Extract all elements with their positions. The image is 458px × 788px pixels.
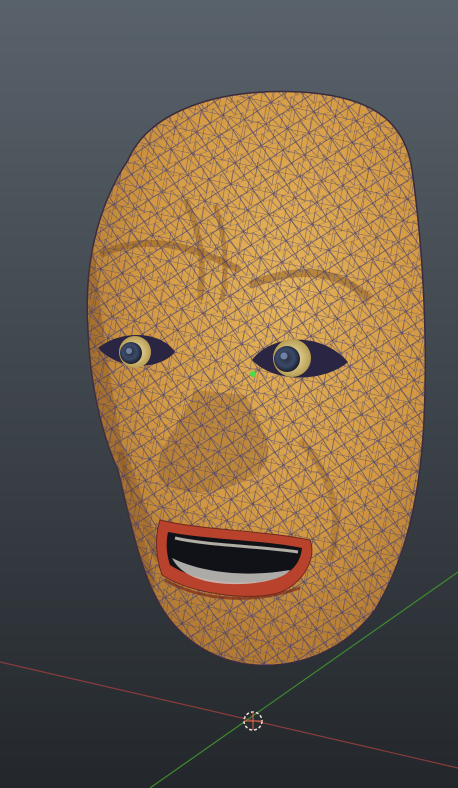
3d-viewport[interactable]	[0, 0, 458, 788]
viewport-canvas[interactable]	[0, 0, 458, 788]
selected-vertex[interactable]	[250, 371, 256, 377]
x-axis-line	[0, 661, 458, 769]
mask-mesh[interactable]	[80, 85, 440, 675]
pivot-gizmo[interactable]	[243, 711, 263, 731]
